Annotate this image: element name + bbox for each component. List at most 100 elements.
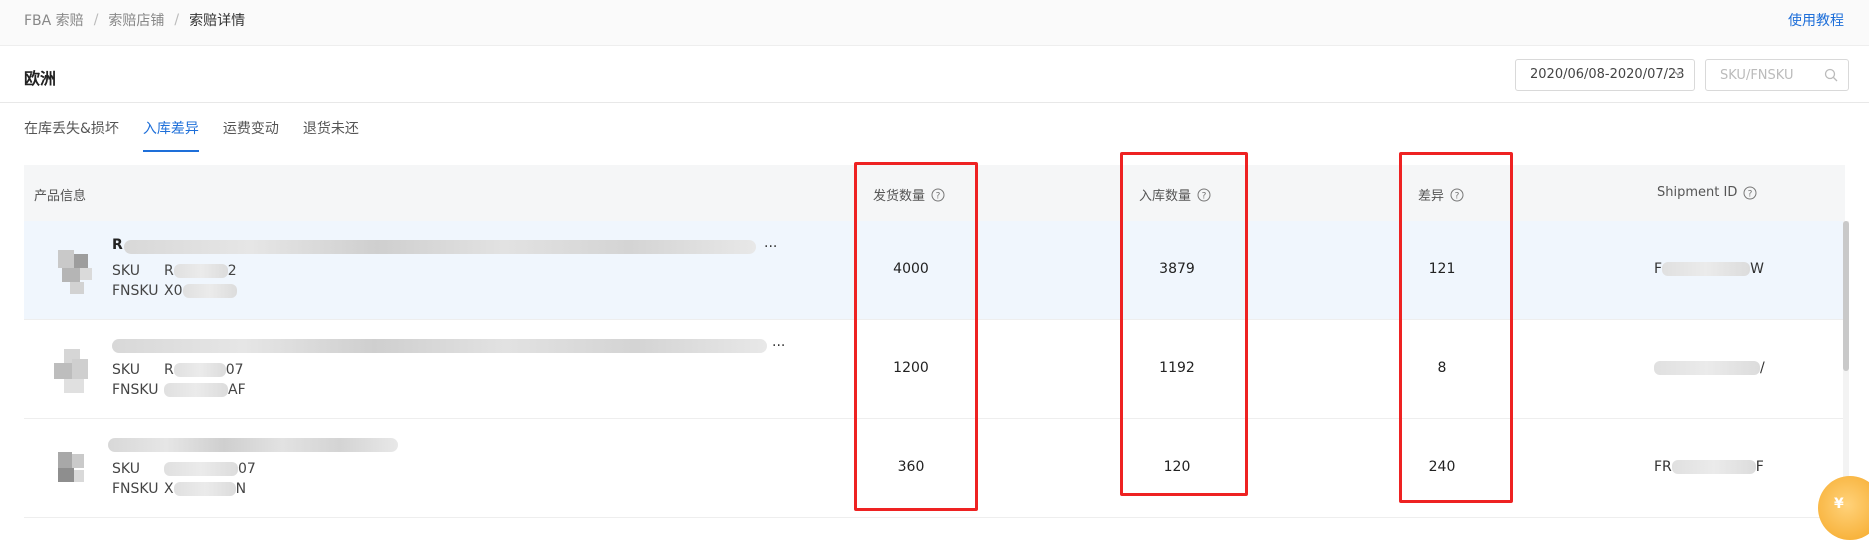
sku-label: SKU — [112, 263, 140, 279]
redacted-product-name — [108, 438, 398, 452]
sku-value-end: 2 — [227, 263, 237, 279]
tab-returns-not-returned[interactable]: 退货未还 — [303, 118, 359, 152]
header-received-label: 入库数量 — [1139, 189, 1192, 204]
search-box — [1705, 59, 1849, 91]
help-tutorial-link[interactable]: 使用教程 — [1788, 10, 1844, 30]
shipped-qty-cell: 4000 — [893, 261, 929, 277]
redacted-shipment-id — [1654, 361, 1760, 375]
difference-cell: 240 — [1428, 459, 1456, 475]
fnsku-value-start: X — [164, 481, 174, 497]
date-range-picker[interactable]: 2020/06/08-2020/07/23 — [1515, 59, 1695, 91]
help-circle-icon[interactable]: ? — [1197, 188, 1211, 202]
sku-line: SKU R 2 — [112, 263, 237, 279]
chevron-down-icon — [1673, 70, 1683, 76]
difference-cell: 8 — [1437, 360, 1447, 376]
sku-label: SKU — [112, 362, 140, 378]
shipment-id-start: F — [1654, 261, 1663, 277]
search-icon[interactable] — [1824, 68, 1838, 82]
sku-value-end: 07 — [225, 362, 244, 378]
product-thumbnail — [50, 345, 96, 395]
shipment-id-start: FR — [1654, 459, 1672, 475]
help-circle-icon[interactable]: ? — [1450, 188, 1464, 202]
breadcrumb-current: 索赔详情 — [189, 13, 246, 29]
header-shipped-qty: 发货数量 ? — [873, 185, 945, 204]
header-product-info: 产品信息 — [34, 185, 86, 204]
help-circle-icon[interactable]: ? — [931, 188, 945, 202]
redacted-sku — [164, 462, 238, 476]
header-diff-label: 差异 — [1418, 189, 1445, 204]
title-row: 欧洲 2020/06/08-2020/07/23 — [0, 47, 1869, 103]
fnsku-label: FNSKU — [112, 382, 159, 398]
received-qty-cell: 1192 — [1159, 360, 1195, 376]
sku-label: SKU — [112, 461, 140, 477]
product-name: R — [112, 237, 123, 253]
page-title: 欧洲 — [24, 69, 57, 88]
help-circle-icon[interactable]: ? — [1743, 186, 1757, 200]
table-header: 产品信息 发货数量 ? 入库数量 ? 差异 ? Shipment ID ? — [24, 165, 1845, 221]
product-name-ellipsis: ... — [764, 235, 778, 251]
svg-text:?: ? — [1748, 189, 1753, 199]
header-difference: 差异 ? — [1418, 185, 1464, 204]
breadcrumb-fba-claims[interactable]: FBA 索赔 — [24, 10, 84, 30]
tab-bar: 在库丢失&损坏 入库差异 运费变动 退货未还 — [24, 118, 383, 152]
sku-value-end: 07 — [238, 461, 256, 477]
fnsku-line: FNSKU AF — [112, 382, 246, 398]
fnsku-line: FNSKU X0 — [112, 283, 237, 299]
fnsku-label: FNSKU — [112, 481, 159, 497]
search-input[interactable] — [1720, 60, 1830, 90]
scrollbar-thumb[interactable] — [1843, 221, 1849, 371]
sku-value-start: R — [164, 362, 174, 378]
sku-line: SKU 07 — [112, 461, 256, 477]
svg-text:?: ? — [1455, 191, 1460, 201]
discrepancy-table: 产品信息 发货数量 ? 入库数量 ? 差异 ? Shipment ID ? R … — [24, 165, 1845, 518]
svg-text:?: ? — [936, 191, 941, 201]
tab-inbound-discrepancy[interactable]: 入库差异 — [142, 118, 199, 152]
redacted-fnsku — [173, 482, 236, 496]
shipment-id-cell: FR F — [1654, 459, 1764, 475]
received-qty-cell: 3879 — [1159, 261, 1195, 277]
redacted-sku — [173, 363, 226, 377]
redacted-shipment-id — [1662, 262, 1751, 276]
shipment-id-end: F — [1755, 459, 1764, 475]
top-bar: FBA 索赔 / 索赔店铺 / 索赔详情 使用教程 — [0, 0, 1869, 46]
redacted-fnsku — [164, 383, 228, 397]
shipment-id-cell: FW — [1654, 261, 1764, 277]
breadcrumb-separator: / — [174, 12, 180, 28]
product-name-ellipsis: ... — [772, 334, 786, 350]
breadcrumb: FBA 索赔 / 索赔店铺 / 索赔详情 — [24, 10, 245, 30]
date-range-value: 2020/06/08-2020/07/23 — [1530, 67, 1685, 82]
fnsku-value-start: X0 — [164, 283, 183, 299]
breadcrumb-claim-stores[interactable]: 索赔店铺 — [108, 10, 164, 30]
table-row[interactable]: ... SKU R 07 FNSKU AF 1200 1192 8 / — [24, 320, 1845, 419]
fnsku-line: FNSKU X N — [112, 481, 246, 497]
redacted-product-name — [124, 240, 756, 254]
shipment-id-end: W — [1750, 261, 1764, 277]
header-shipment-id: Shipment ID ? — [1657, 185, 1757, 200]
shipment-id-cell: / — [1654, 360, 1765, 376]
sku-value-start: R — [164, 263, 174, 279]
table-row[interactable]: SKU 07 FNSKU X N 360 120 240 FR F — [24, 419, 1845, 518]
received-qty-cell: 120 — [1163, 459, 1191, 475]
shipment-id-end: / — [1760, 360, 1765, 376]
fnsku-label: FNSKU — [112, 283, 159, 299]
sku-line: SKU R 07 — [112, 362, 244, 378]
redacted-product-name — [112, 339, 767, 353]
redacted-fnsku — [182, 284, 237, 298]
header-product-label: 产品信息 — [34, 189, 87, 204]
redacted-shipment-id — [1671, 460, 1756, 474]
product-thumbnail — [50, 444, 96, 494]
shipped-qty-cell: 360 — [897, 459, 925, 475]
svg-text:?: ? — [1202, 191, 1207, 201]
header-shipment-label: Shipment ID — [1657, 185, 1738, 200]
shipped-qty-cell: 1200 — [893, 360, 929, 376]
tab-in-stock-lost-damaged[interactable]: 在库丢失&损坏 — [24, 118, 119, 152]
floating-coin-button[interactable]: ¥ — [1818, 476, 1869, 540]
product-thumbnail — [50, 246, 96, 296]
coin-icon: ¥ — [1834, 496, 1844, 512]
tab-freight-change[interactable]: 运费变动 — [223, 118, 279, 152]
table-row[interactable]: R ... SKU R 2 FNSKU X0 4000 3879 121 FW — [24, 221, 1845, 320]
fnsku-value-end: AF — [228, 382, 246, 398]
redacted-sku — [173, 264, 228, 278]
fnsku-value-end: N — [235, 481, 247, 497]
difference-cell: 121 — [1428, 261, 1456, 277]
